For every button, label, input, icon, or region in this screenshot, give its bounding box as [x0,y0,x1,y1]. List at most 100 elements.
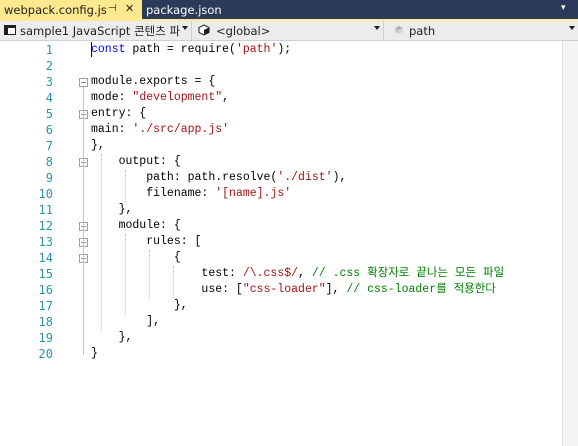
code-token: module.exports = { [91,75,216,88]
code-line: } [91,346,98,362]
code-token: mode: [91,91,133,104]
code-token: entry: { [91,107,147,120]
code-token: 'path' [235,43,278,56]
close-icon[interactable]: ✕ [125,2,134,15]
code-token: use: [ [91,283,243,296]
line-number: 18 [38,315,53,329]
code-token: ], [325,283,347,296]
code-token: './src/app.js' [132,123,230,136]
code-token: filename: [91,187,216,200]
line-number: 9 [45,171,53,185]
document-tab-bar: webpack.config.js ⊣ ✕ package.json ▾ [0,0,578,19]
tab-package-json[interactable]: package.json [146,0,222,19]
scope-name: <global> [216,23,271,38]
tab-overflow-icon[interactable]: ▾ [561,3,566,13]
indent-guide [149,250,150,298]
line-number: 1 [45,43,53,57]
code-token: test: [91,267,243,280]
line-number: 19 [38,331,53,345]
line-number: 6 [45,123,53,137]
line-number: 16 [38,283,53,297]
line-number: 13 [38,235,53,249]
line-number: 14 [38,251,53,265]
code-token: "development" [132,91,223,104]
code-line: const path = require('path'); [91,42,291,58]
code-token: }, [91,299,188,312]
line-number: 4 [45,91,53,105]
code-line: mode: "development", [91,90,229,106]
collapse-toggle-icon[interactable]: − [79,78,88,87]
code-line: }, [91,138,105,154]
code-line: entry: { [91,106,146,122]
code-line: }, [91,298,188,314]
code-token: module: { [91,219,181,232]
line-number: 11 [38,203,53,217]
scope-dropdown[interactable]: <global> [194,21,384,40]
code-token: path: path.resolve( [91,171,278,184]
code-line: }, [91,330,133,346]
code-token: '[name].js' [215,187,292,200]
navigation-bar: sample1 JavaScript 콘텐츠 파 <global> path [0,21,578,41]
chevron-down-icon [569,26,575,30]
member-name: path [409,23,436,38]
code-token: const [91,43,126,56]
code-token: rules: [ [91,235,202,248]
code-line: filename: '[name].js' [91,186,291,202]
project-dropdown[interactable]: sample1 JavaScript 콘텐츠 파 [0,21,192,40]
line-number: 7 [45,139,53,153]
line-number: 5 [45,107,53,121]
pin-icon[interactable]: ⊣ [108,3,117,14]
code-token: path = require( [125,43,236,56]
tab-title: webpack.config.js [4,2,107,17]
code-line: module: { [91,218,181,234]
code-token: , [298,267,312,280]
field-icon [395,26,403,34]
line-number: 17 [38,299,53,313]
line-number: 15 [38,267,53,281]
indent-guide [125,234,126,314]
code-line: path: path.resolve('./dist'), [91,170,346,186]
project-name: sample1 JavaScript 콘텐츠 파 [20,23,181,38]
project-icon [4,25,16,35]
namespace-icon [198,24,210,36]
member-dropdown[interactable]: path [387,21,578,40]
code-line: test: /\.css$/, // .css 확장자로 끝나는 모든 파일 [91,266,504,282]
code-line: main: './src/app.js' [91,122,229,138]
indent-guide [173,266,174,298]
fold-region-line [83,87,84,355]
line-number: 10 [38,187,53,201]
code-token: // .css 확장자로 끝나는 모든 파일 [311,267,505,280]
code-token: }, [91,203,133,216]
indent-guide [101,154,102,330]
code-token: ); [277,43,292,56]
code-line: rules: [ [91,234,201,250]
code-line: }, [91,202,133,218]
line-number: 8 [45,155,53,169]
code-token: , [222,91,230,104]
code-token: }, [91,139,105,152]
code-token: } [91,347,98,360]
code-token: // css-loader를 적용한다 [346,283,496,296]
code-editor[interactable]: 1 2 3 4 5 6 7 8 9 10 11 12 13 14 15 16 17 18 19 20 const pa… [0,41,578,446]
code-token: main: [91,123,133,136]
text-caret [91,42,92,57]
indent-guide [125,170,126,202]
tab-title: package.json [146,2,222,17]
code-token: './dist' [277,171,333,184]
code-token: output: { [91,155,181,168]
code-line: { [91,250,181,266]
vertical-scrollbar[interactable] [562,41,578,446]
chevron-down-icon [374,26,380,30]
tab-webpack-config[interactable]: webpack.config.js [0,0,142,19]
code-token: "css-loader" [242,283,326,296]
line-number: 20 [38,347,53,361]
code-line: module.exports = { [91,74,215,90]
line-number: 2 [45,59,53,73]
code-token: { [91,251,181,264]
code-token: }, [91,331,133,344]
line-number: 3 [45,75,53,89]
line-number: 12 [38,219,53,233]
chevron-down-icon [182,26,188,30]
code-line: output: { [91,154,181,170]
code-token: ), [332,171,347,184]
